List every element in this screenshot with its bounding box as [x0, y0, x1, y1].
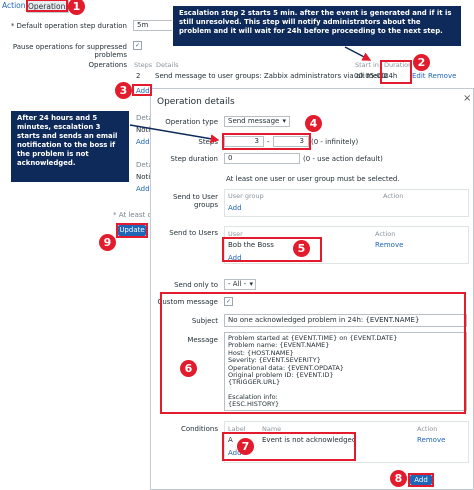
highlight-update	[116, 223, 148, 238]
marker-3: 3	[115, 82, 132, 99]
arrow-to-steps	[129, 124, 220, 144]
highlight-message	[160, 292, 466, 414]
highlight-duration	[380, 60, 412, 84]
marker-6: 6	[180, 360, 197, 377]
marker-4: 4	[305, 115, 322, 132]
highlight-add-button	[408, 473, 434, 487]
arrow-to-duration	[344, 46, 372, 61]
highlight-operations-tab	[26, 0, 68, 12]
marker-8: 8	[390, 470, 407, 487]
highlight-add	[132, 84, 152, 96]
marker-2: 2	[413, 54, 430, 71]
marker-5: 5	[293, 240, 310, 257]
marker-9: 9	[99, 234, 116, 251]
highlight-steps	[222, 133, 311, 150]
marker-7: 7	[237, 438, 254, 455]
